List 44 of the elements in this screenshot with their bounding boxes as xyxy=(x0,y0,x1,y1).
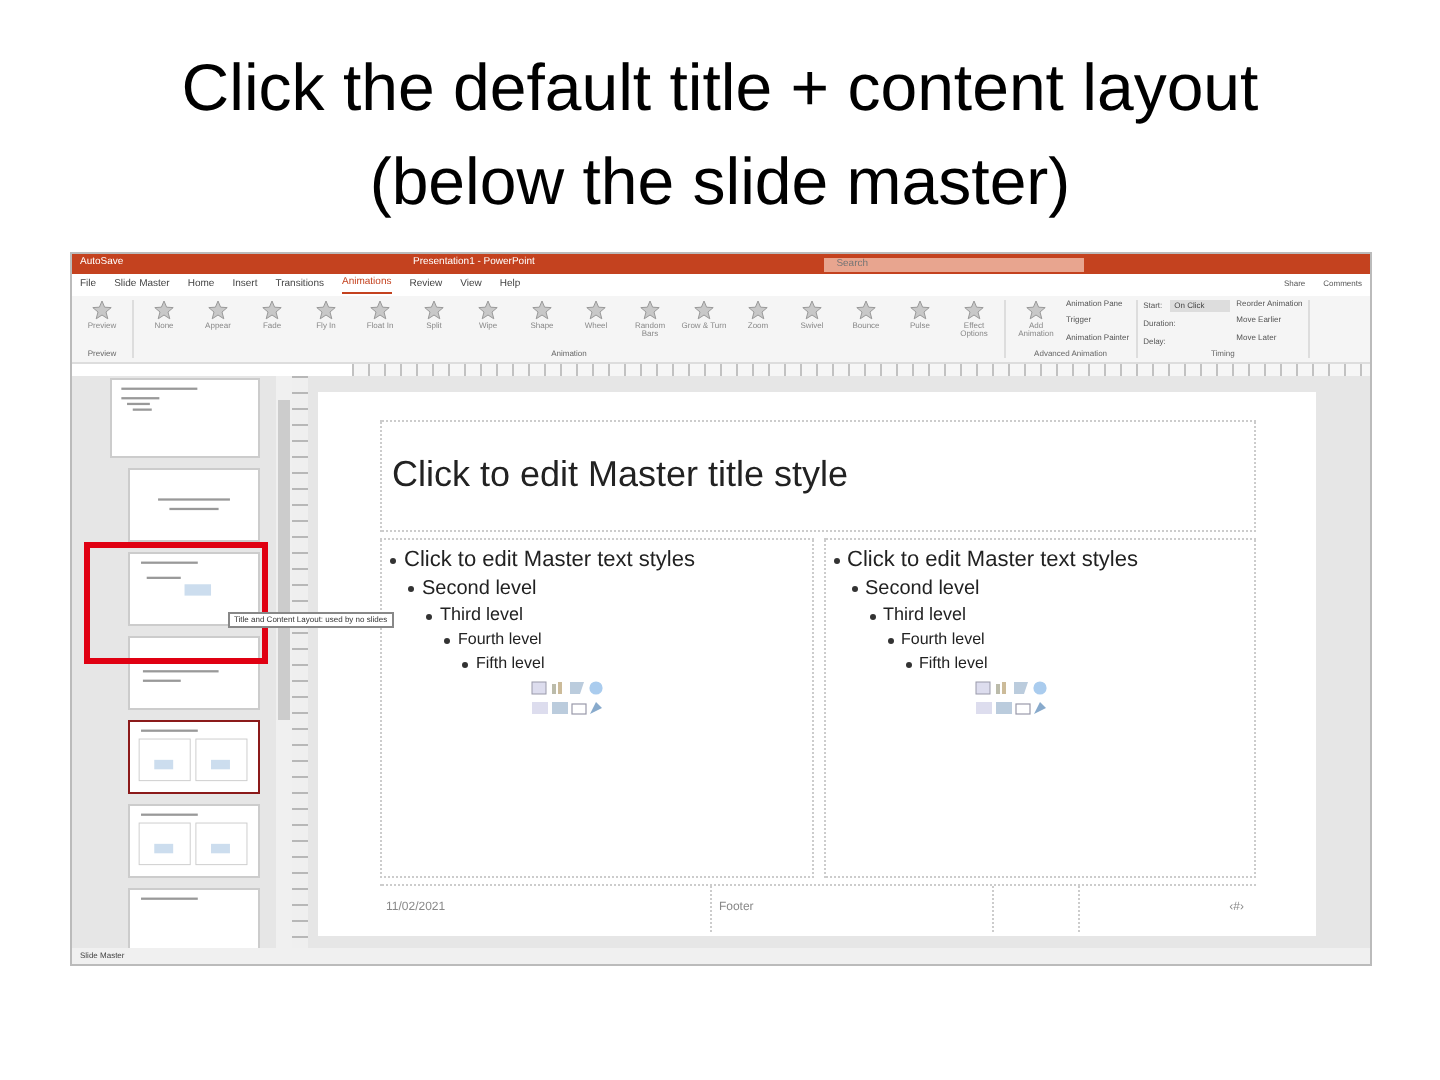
slide-heading: Click the default title + content layout (below the slide master) xyxy=(179,48,1261,222)
bullet-text: Third level xyxy=(440,606,524,626)
star-icon xyxy=(910,300,930,320)
bullet-text: Third level xyxy=(883,606,967,626)
bullet-dot xyxy=(851,586,857,593)
star-icon xyxy=(154,300,174,320)
bullet-dot xyxy=(905,661,911,668)
star-icon xyxy=(586,300,606,320)
bullet-text: Fourth level xyxy=(458,631,542,650)
star-icon xyxy=(92,300,112,320)
star-icon xyxy=(262,300,282,320)
content-placeholder[interactable]: Click to edit Master text styles Second level Third level Fourth level Fifth level xyxy=(823,538,1256,878)
bullet-dot xyxy=(444,637,450,644)
star-icon xyxy=(1026,300,1046,320)
star-icon xyxy=(424,300,444,320)
bullet-text: Click to edit Master text styles xyxy=(847,548,1138,573)
insert-content-icons-drawing[interactable] xyxy=(973,679,1049,720)
star-icon xyxy=(370,300,390,320)
bullet-dot xyxy=(833,557,839,564)
bullet-dot xyxy=(426,613,432,620)
bullet-text: Second level xyxy=(865,578,980,601)
star-icon xyxy=(964,300,984,320)
star-icon xyxy=(694,300,714,320)
bullet-dot xyxy=(887,637,893,644)
title-placeholder[interactable]: Click to edit Master title style xyxy=(380,420,1256,532)
bullet-dot xyxy=(869,613,875,620)
slide-thumbnail[interactable] xyxy=(128,720,260,794)
star-icon xyxy=(478,300,498,320)
star-icon xyxy=(640,300,660,320)
bullet-text: Fourth level xyxy=(901,631,985,650)
bullet-text: Fifth level xyxy=(919,655,988,674)
bullet-text: Fifth level xyxy=(476,655,545,674)
insert-content-icons-drawing[interactable] xyxy=(530,679,606,720)
star-icon xyxy=(316,300,336,320)
star-icon xyxy=(208,300,228,320)
star-icon xyxy=(802,300,822,320)
star-icon xyxy=(532,300,552,320)
star-icon xyxy=(856,300,876,320)
bullet-dot xyxy=(462,661,468,668)
bullet-text: Second level xyxy=(422,578,537,601)
bullet-dot xyxy=(390,557,396,564)
bullet-text: Click to edit Master text styles xyxy=(404,548,695,573)
bullet-dot xyxy=(408,586,414,593)
star-icon xyxy=(748,300,768,320)
